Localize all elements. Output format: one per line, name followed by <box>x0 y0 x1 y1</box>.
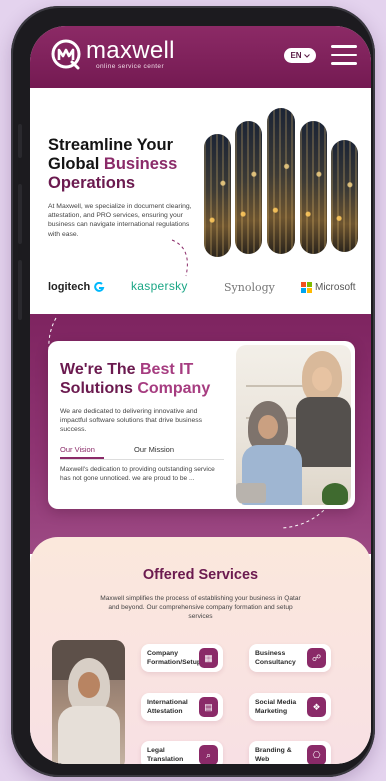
about-team-photo <box>236 345 351 505</box>
translate-icon: ⌕ <box>199 745 218 764</box>
service-card-social-media-marketing[interactable]: Social Media Marketing ❖ <box>249 693 331 721</box>
phone-screen: maxwell online service center EN Streaml… <box>30 26 371 764</box>
city-image-strip <box>204 134 231 257</box>
hero-title: Streamline Your Global Business Operatio… <box>48 136 178 192</box>
hero-description: At Maxwell, we specialize in document cl… <box>48 203 192 238</box>
consult-icon: ☍ <box>307 648 326 668</box>
services-description: Maxwell simplifies the process of establ… <box>100 595 301 620</box>
phone-side-button <box>18 260 22 320</box>
chevron-down-icon <box>303 53 310 58</box>
about-description: We are dedicated to delivering innovativ… <box>60 408 203 433</box>
services-photo <box>52 640 125 764</box>
hero-section: Streamline Your Global Business Operatio… <box>30 88 371 314</box>
phone-side-button <box>18 124 22 158</box>
chart-icon: ▦ <box>199 648 218 668</box>
about-title: We're The Best IT Solutions Company <box>60 361 211 397</box>
service-card-company-formation[interactable]: Company Formation/Setup ▦ <box>141 644 223 672</box>
brand-logitech: logitech <box>48 281 105 293</box>
city-image-strip <box>331 140 358 252</box>
brand-microsoft: Microsoft <box>301 281 356 293</box>
city-image-strip <box>235 121 262 254</box>
logo-tagline: online service center <box>96 62 165 70</box>
service-card-branding-web[interactable]: Branding & Web Development ⎔ <box>249 741 331 764</box>
service-card-legal-translation[interactable]: Legal Translation Services ⌕ <box>141 741 223 764</box>
site-header: maxwell online service center EN <box>30 26 371 88</box>
tab-our-mission[interactable]: Our Mission <box>134 445 174 454</box>
about-tabs: Our Vision Our Mission <box>60 445 224 460</box>
language-selector[interactable]: EN <box>284 48 316 63</box>
web-icon: ⎔ <box>307 745 326 764</box>
logo-name: maxwell <box>86 36 175 64</box>
city-image-strip <box>267 108 295 254</box>
site-logo[interactable]: maxwell online service center <box>50 38 175 70</box>
maxwell-logo-icon <box>51 39 81 70</box>
logitech-g-icon <box>94 281 105 292</box>
service-card-business-consultancy[interactable]: Business Consultancy ☍ <box>249 644 331 672</box>
tab-our-vision[interactable]: Our Vision <box>60 445 104 459</box>
decorative-dashed-curve <box>171 239 188 277</box>
document-icon: ▤ <box>199 697 218 717</box>
services-section: Offered Services Maxwell simplifies the … <box>30 537 371 764</box>
brand-kaspersky: kaspersky <box>131 279 188 293</box>
about-tab-content: Maxwell's dedication to providing outsta… <box>60 466 215 482</box>
phone-side-button <box>18 184 22 244</box>
menu-hamburger-icon[interactable] <box>331 45 357 65</box>
city-image-strip <box>300 121 327 254</box>
about-card: We're The Best IT Solutions Company We a… <box>48 341 355 509</box>
service-card-international-attestation[interactable]: International Attestation ▤ <box>141 693 223 721</box>
microsoft-logo-icon <box>301 281 312 293</box>
language-label: EN <box>290 51 302 60</box>
social-icon: ❖ <box>307 697 326 717</box>
services-title: Offered Services <box>142 567 259 583</box>
brand-synology: Synology <box>224 281 275 294</box>
